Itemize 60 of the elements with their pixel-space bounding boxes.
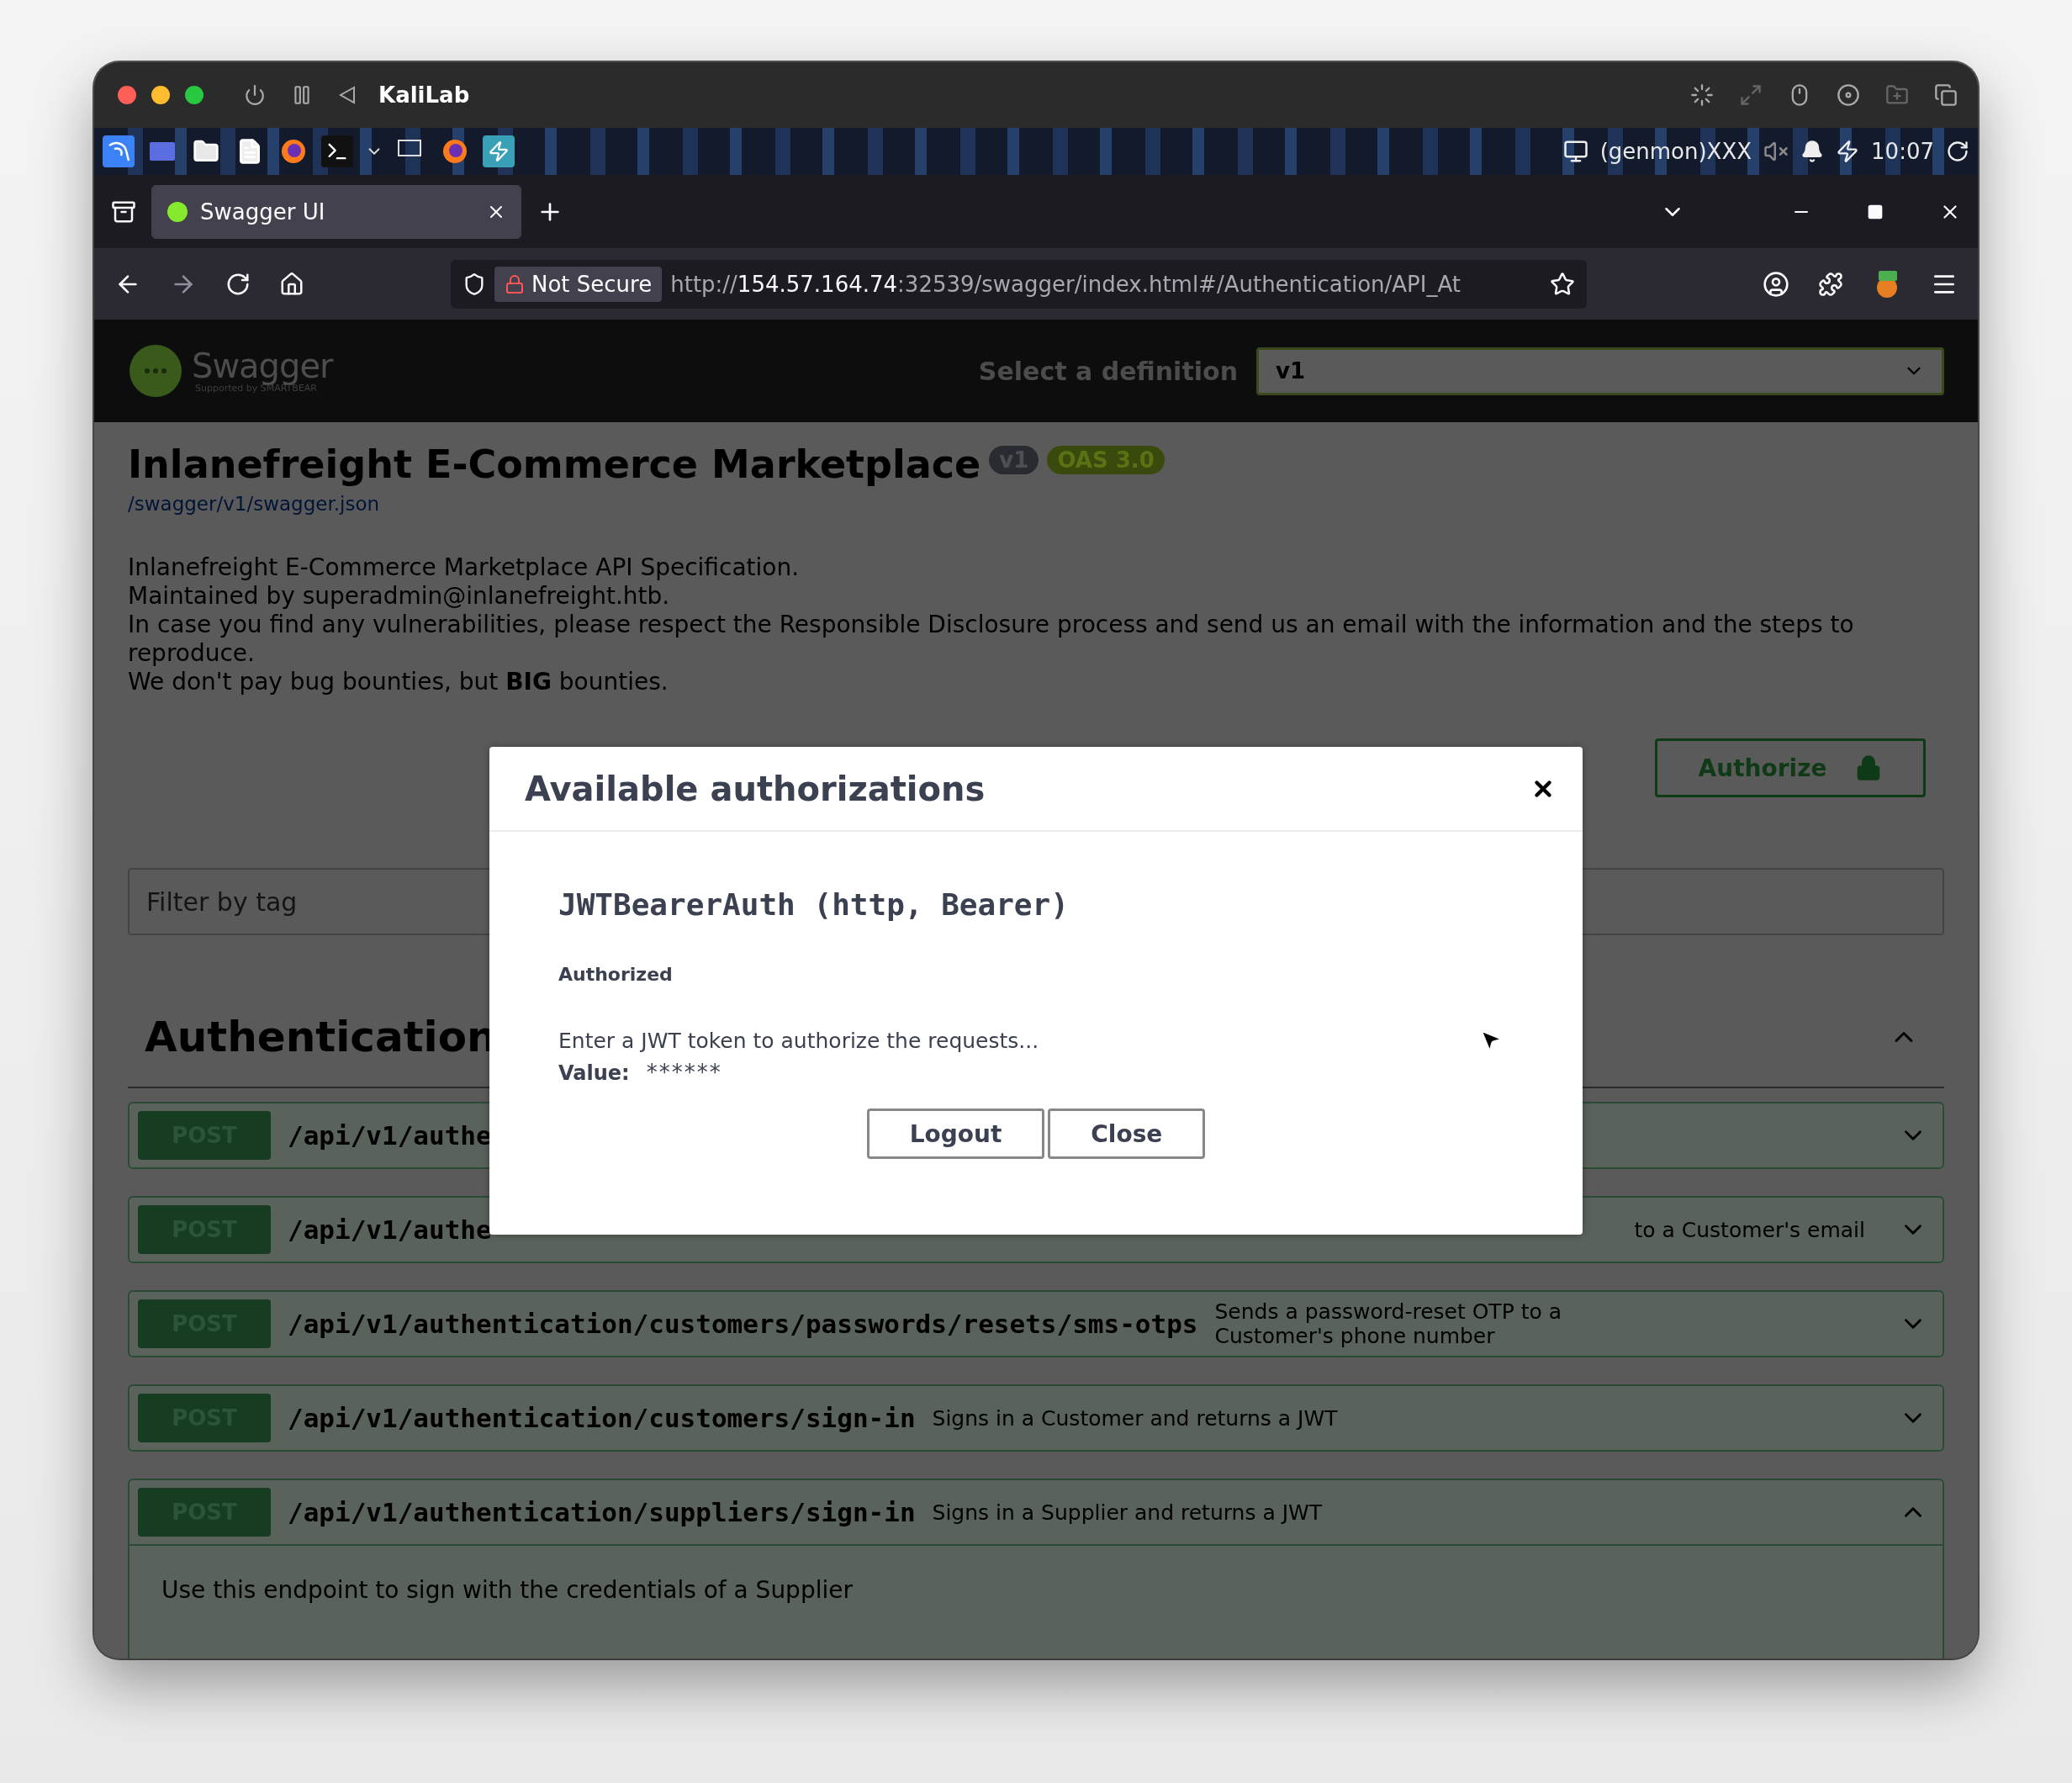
description-line: Inlanefreight E-Commerce Marketplace API Specification. <box>128 553 801 582</box>
home-icon[interactable] <box>279 271 304 297</box>
tab-title: Swagger UI <box>200 198 326 225</box>
endpoint-summary: Sends a password-reset OTP to a Customer's phone number <box>1214 1299 1562 1348</box>
api-title: Inlanefreight E-Commerce Marketplace <box>128 441 981 488</box>
star-icon[interactable] <box>1550 271 1575 297</box>
tag-name: Authentication <box>145 1013 497 1061</box>
endpoint-path[interactable]: /api/v1/authentication/customers/sign-in <box>288 1403 916 1433</box>
windows-icon[interactable] <box>1934 83 1958 107</box>
endpoint-description: Use this endpoint to sign with the credentials of a Supplier <box>161 1576 854 1604</box>
close-light[interactable] <box>118 86 136 104</box>
description-line: In case you find any vulnerabilities, please respect the Responsible Disclosure process and send us an email with the information and the steps to reproduce. <box>128 611 1855 668</box>
power-icon[interactable] <box>244 84 266 106</box>
authorize-button[interactable]: Authorize <box>1655 738 1926 797</box>
token-value: ****** <box>646 1060 722 1085</box>
back-triangle-icon[interactable] <box>338 85 357 105</box>
close-dialog-button[interactable]: Close <box>1048 1108 1206 1159</box>
refresh-icon[interactable] <box>1946 140 1969 163</box>
resize-icon[interactable] <box>1739 83 1763 107</box>
endpoint-summary: Signs in a Customer and returns a JWT <box>932 1405 1338 1431</box>
favicon-icon <box>166 200 188 223</box>
lightning-icon[interactable] <box>483 135 515 167</box>
account-icon[interactable] <box>1763 270 1789 298</box>
bell-icon[interactable] <box>1800 140 1825 163</box>
window-title: KaliLab <box>378 82 470 108</box>
extensions-icon[interactable] <box>1818 271 1843 297</box>
value-label: Value: <box>558 1061 630 1085</box>
clock[interactable]: 10:07 <box>1871 139 1934 164</box>
minimize-light[interactable] <box>151 86 170 104</box>
swagger-logo-icon <box>128 343 183 399</box>
auth-status: Authorized <box>558 964 674 985</box>
monitor-icon[interactable] <box>1562 139 1588 164</box>
spec-link[interactable]: /swagger/v1/swagger.json <box>128 493 380 515</box>
dialog-title: Available authorizations <box>525 769 986 808</box>
logout-button[interactable]: Logout <box>866 1108 1045 1159</box>
lock-icon <box>505 273 525 294</box>
address-bar[interactable]: Not Secure http://154.57.164.74:32539/swagger/index.html#/Authentication/API_At <box>451 259 1587 309</box>
endpoint-path[interactable]: /api/v1/authentication/suppliers/sign-in <box>288 1497 916 1527</box>
power-bolt-icon[interactable] <box>1836 140 1860 163</box>
endpoint-path[interactable]: /api/v1/authe <box>288 1120 492 1151</box>
endpoint-summary: to a Customer's email <box>1634 1217 1865 1242</box>
select-value: v1 <box>1276 358 1306 384</box>
endpoint-summary: Signs in a Supplier and returns a JWT <box>932 1500 1323 1525</box>
maximize-icon[interactable] <box>1867 203 1884 220</box>
description-line: Maintained by superadmin@inlanefreight.htb. <box>128 582 671 611</box>
zoom-light[interactable] <box>185 86 204 104</box>
browser-tab[interactable]: Swagger UI <box>151 184 521 239</box>
scheme-name: JWTBearerAuth (http, Bearer) <box>558 887 1070 922</box>
definition-label: Select a definition <box>978 356 1238 386</box>
endpoint-path[interactable]: /api/v1/authentication/customers/passwords/resets/sms-otps <box>288 1309 1198 1339</box>
hint-text: Enter a JWT token to authorize the requests... <box>558 1029 1039 1053</box>
genmon-label: (genmon)XXX <box>1599 139 1752 164</box>
terminal-icon[interactable] <box>321 135 353 167</box>
endpoint-path[interactable]: /api/v1/authe <box>288 1214 492 1245</box>
description-line: We don't pay bug bounties, but BIG bounties. <box>128 668 669 696</box>
disc-icon[interactable] <box>1837 83 1860 107</box>
security-label[interactable]: Not Secure <box>494 266 663 302</box>
sparkle-icon[interactable] <box>1690 83 1714 107</box>
definition-select[interactable]: v1 <box>1256 347 1944 395</box>
url-text: http://154.57.164.74:32539/swagger/index.html#/Authentication/API_At <box>670 271 1462 297</box>
